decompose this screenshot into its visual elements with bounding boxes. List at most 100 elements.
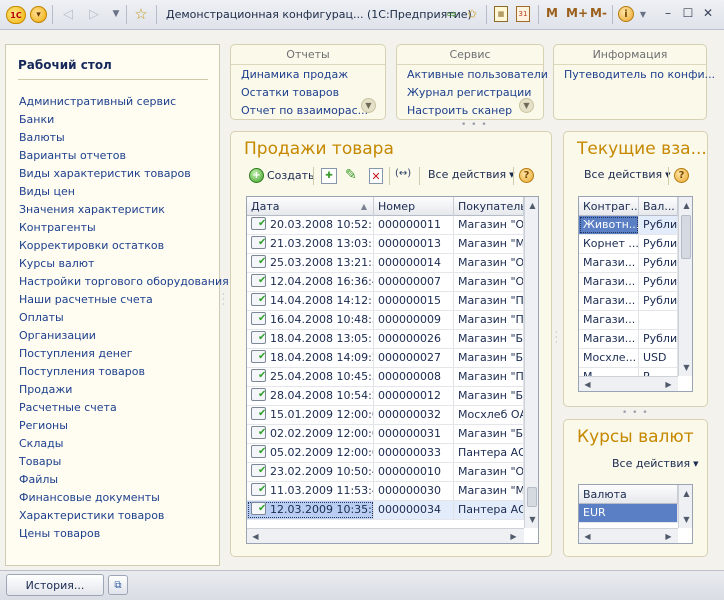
sidebar-item[interactable]: Характеристики товаров <box>19 507 229 525</box>
counterparty-cell[interactable]: Магази... <box>579 292 639 310</box>
splitter-handle[interactable]: • • • <box>461 120 488 130</box>
copy-icon[interactable]: ✚ <box>321 168 337 184</box>
column-currency[interactable]: Валюта <box>579 485 678 504</box>
table-row[interactable]: 23.02.2009 10:50:42000000010Магазин "Ов <box>247 463 524 482</box>
table-row[interactable]: 28.04.2008 10:54:24000000012Магазин "Бь <box>247 387 524 406</box>
sidebar-item[interactable]: Значения характеристик <box>19 201 229 219</box>
sidebar-item[interactable]: Продажи <box>19 381 229 399</box>
buyer-cell[interactable]: Магазин "Бь <box>454 349 524 367</box>
buyer-cell[interactable]: Магазин "Пр <box>454 292 524 310</box>
number-cell[interactable]: 000000032 <box>374 406 454 424</box>
splitter-handle[interactable]: • • • <box>622 408 649 418</box>
scroll-right-icon[interactable]: ▶ <box>506 529 521 543</box>
scroll-down-icon[interactable]: ▼ <box>679 360 692 375</box>
sidebar-item[interactable]: Цены товаров <box>19 525 229 543</box>
delete-mark-icon[interactable]: ✕ <box>369 168 383 184</box>
open-windows-icon[interactable]: ⧉ <box>108 575 128 595</box>
reports-item[interactable]: Отчет по взаиморас... <box>241 102 368 120</box>
sidebar-item[interactable]: Склады <box>19 435 229 453</box>
table-row[interactable]: 20.03.2008 10:52:18000000011Магазин "Ов <box>247 216 524 235</box>
reports-item[interactable]: Остатки товаров <box>241 84 368 102</box>
help-button[interactable]: ? <box>674 168 689 183</box>
table-row[interactable]: Магази... <box>579 311 678 330</box>
date-cell[interactable]: 25.04.2008 10:45:37 <box>247 368 374 386</box>
buyer-cell[interactable]: Магазин "Бь <box>454 425 524 443</box>
table-row[interactable]: Магази... Рубли <box>579 254 678 273</box>
date-cell[interactable]: 12.04.2008 16:36:49 <box>247 273 374 291</box>
go-arrow-icon[interactable]: ⇨ <box>444 4 460 24</box>
all-actions-menu[interactable]: Все действия ▼ <box>584 168 670 181</box>
sidebar-item[interactable]: Товары <box>19 453 229 471</box>
settlements-table[interactable]: Контраг... Вал... Животн... Рубли Корнет .… <box>578 196 693 392</box>
sidebar-item[interactable]: Банки <box>19 111 229 129</box>
help-button[interactable]: ? <box>519 168 534 183</box>
expand-service-icon[interactable]: ▼ <box>519 98 534 113</box>
date-cell[interactable]: 23.02.2009 10:50:42 <box>247 463 374 481</box>
edit-pencil-icon[interactable]: ✎ <box>345 167 357 183</box>
sidebar-item[interactable]: Виды цен <box>19 183 229 201</box>
scroll-up-icon[interactable]: ▲ <box>679 198 692 213</box>
vertical-scrollbar[interactable]: ▲ ▼ <box>678 197 692 376</box>
table-row[interactable]: 15.01.2009 12:00:00000000032Мосхлеб ОА <box>247 406 524 425</box>
all-actions-menu[interactable]: Все действия ▼ <box>612 457 698 470</box>
buyer-cell[interactable]: Магазин "Ов <box>454 216 524 234</box>
table-row[interactable]: Магази... Рубли <box>579 330 678 349</box>
scroll-right-icon[interactable]: ▶ <box>661 377 676 391</box>
table-row[interactable]: 02.02.2009 12:00:00000000031Магазин "Бь <box>247 425 524 444</box>
table-row[interactable]: Корнет ... Рубли <box>579 235 678 254</box>
date-cell[interactable]: 02.02.2009 12:00:00 <box>247 425 374 443</box>
number-cell[interactable]: 000000034 <box>374 501 454 519</box>
date-cell[interactable]: 25.03.2008 13:21:56 <box>247 254 374 272</box>
service-item[interactable]: Активные пользователи <box>407 66 548 84</box>
number-cell[interactable]: 000000026 <box>374 330 454 348</box>
info-dropdown-icon[interactable]: ▼ <box>638 4 648 24</box>
memory-add-button[interactable]: M+ <box>566 6 588 20</box>
all-actions-menu[interactable]: Все действия ▼ <box>428 168 514 181</box>
buyer-cell[interactable]: Магазин "М <box>454 482 524 500</box>
back-arrow-icon[interactable]: ◁ <box>60 4 76 24</box>
date-cell[interactable]: 05.02.2009 12:00:00 <box>247 444 374 462</box>
1c-logo-icon[interactable]: 1С <box>6 6 26 24</box>
favorites-add-icon[interactable]: ✩ <box>464 4 480 24</box>
table-row[interactable]: 12.03.2009 10:35:33000000034Пантера АО <box>247 501 524 520</box>
buyer-cell[interactable]: Магазин "Ов <box>454 463 524 481</box>
close-icon[interactable]: ✕ <box>700 5 716 21</box>
favorites-star-icon[interactable]: ☆ <box>132 4 150 24</box>
date-cell[interactable]: 14.04.2008 14:12:14 <box>247 292 374 310</box>
table-row[interactable]: Магази... Рубли <box>579 292 678 311</box>
column-buyer[interactable]: Покупатель <box>454 197 524 216</box>
sidebar-item[interactable]: Наши расчетные счета <box>19 291 229 309</box>
expand-reports-icon[interactable]: ▼ <box>361 98 376 113</box>
calculator-icon[interactable]: ▦ <box>494 6 508 22</box>
number-cell[interactable]: 000000015 <box>374 292 454 310</box>
sidebar-item[interactable]: Настройки торгового оборудования <box>19 273 229 291</box>
table-row[interactable]: 16.04.2008 10:48:32000000009Магазин "Пр <box>247 311 524 330</box>
horizontal-scrollbar[interactable]: ◀ ▶ <box>579 376 678 391</box>
number-cell[interactable]: 000000007 <box>374 273 454 291</box>
buyer-cell[interactable]: Пантера АО <box>454 444 524 462</box>
counterparty-cell[interactable]: Животн... <box>579 216 639 234</box>
memory-m-button[interactable]: M <box>546 6 558 20</box>
counterparty-cell[interactable]: Магази... <box>579 254 639 272</box>
scroll-left-icon[interactable]: ◀ <box>248 529 263 543</box>
memory-subtract-button[interactable]: M- <box>590 6 607 20</box>
sidebar-item[interactable]: Корректировки остатков <box>19 237 229 255</box>
table-row[interactable]: EUR <box>579 504 678 523</box>
sidebar-item[interactable]: Административный сервис <box>19 93 229 111</box>
maximize-icon[interactable]: ☐ <box>680 5 696 21</box>
number-cell[interactable]: 000000027 <box>374 349 454 367</box>
date-cell[interactable]: 28.04.2008 10:54:24 <box>247 387 374 405</box>
table-row[interactable]: Магази... Рубли <box>579 273 678 292</box>
scroll-up-icon[interactable]: ▲ <box>525 198 538 213</box>
currency-cell[interactable]: EUR <box>579 504 678 522</box>
date-cell[interactable]: 21.03.2008 13:03:11 <box>247 235 374 253</box>
sales-table[interactable]: Дата ▲ Номер Покупатель 20.03.2008 10:52… <box>246 196 539 544</box>
currency-cell[interactable]: Рубли <box>639 292 678 310</box>
desktop-title[interactable]: Рабочий стол <box>18 58 112 72</box>
create-button[interactable]: + Создать <box>249 168 315 183</box>
currency-cell[interactable]: Рубли <box>639 235 678 253</box>
scroll-left-icon[interactable]: ◀ <box>580 529 595 543</box>
minimize-icon[interactable]: – <box>660 5 676 21</box>
counterparty-cell[interactable]: Магази... <box>579 330 639 348</box>
history-dropdown-icon[interactable]: ▼ <box>110 4 122 24</box>
